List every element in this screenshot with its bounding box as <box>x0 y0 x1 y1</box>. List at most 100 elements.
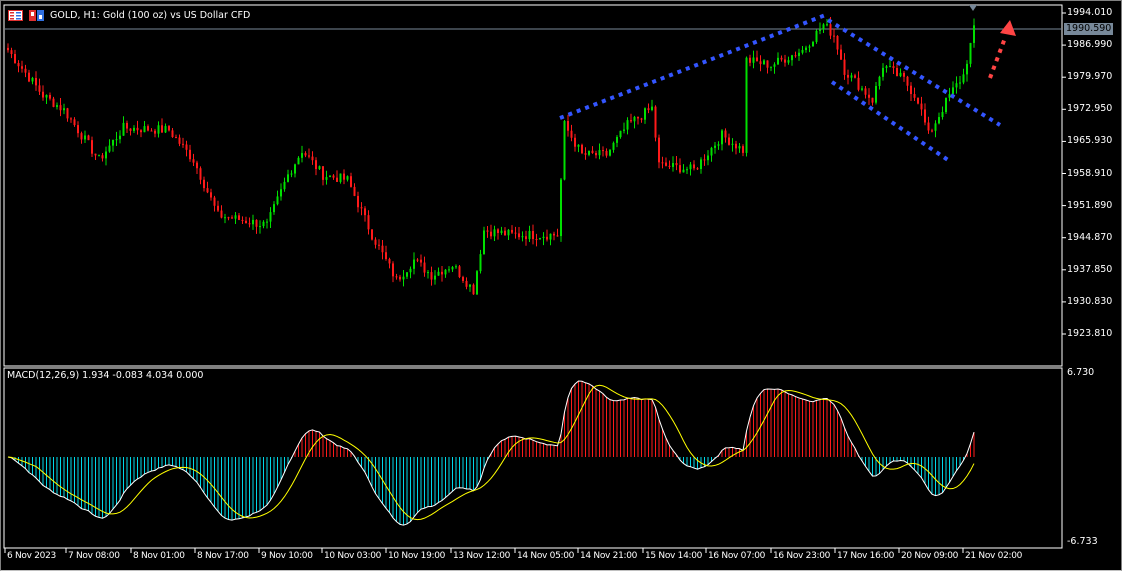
candle <box>63 103 65 115</box>
candle <box>273 201 275 215</box>
candle <box>255 219 258 234</box>
chart-canvas[interactable] <box>0 0 1122 571</box>
candle <box>227 216 230 221</box>
candle <box>378 239 380 250</box>
trendlines[interactable] <box>559 12 1016 162</box>
candle <box>346 175 349 182</box>
candle <box>430 266 433 286</box>
candle <box>595 150 597 159</box>
candle <box>924 103 926 126</box>
candle <box>161 118 163 134</box>
candle <box>955 76 958 94</box>
candle <box>623 122 625 134</box>
candle <box>938 112 940 125</box>
candle <box>98 154 100 157</box>
candle <box>49 92 51 101</box>
candle <box>812 40 814 47</box>
candle <box>850 72 853 82</box>
candle <box>815 29 818 44</box>
candle <box>171 127 174 138</box>
ascending-trendline[interactable] <box>559 12 829 120</box>
candle <box>717 141 720 150</box>
price-label: 1994.010 <box>1067 7 1113 18</box>
price-label: 1951.890 <box>1067 199 1113 211</box>
candle <box>875 82 877 105</box>
price-label: 1937.850 <box>1067 263 1113 275</box>
candle <box>700 157 702 174</box>
candle <box>507 229 510 240</box>
candle <box>437 267 440 276</box>
candle <box>136 120 139 135</box>
candle <box>752 50 755 69</box>
main-pane-border <box>3 4 1063 367</box>
candle <box>374 237 377 249</box>
macd-signal-line <box>7 384 975 521</box>
candle <box>56 102 58 110</box>
time-label: 6 Nov 2023 <box>7 551 56 561</box>
candle <box>598 143 601 160</box>
candle <box>126 120 128 134</box>
candle <box>189 144 191 162</box>
macd-min-label: -6.733 <box>1067 536 1098 547</box>
candle <box>14 49 16 64</box>
candle <box>297 156 300 165</box>
candle <box>234 212 237 224</box>
candle <box>805 45 807 53</box>
candle <box>311 151 314 165</box>
candle <box>28 69 30 83</box>
time-label: 8 Nov 17:00 <box>197 551 249 561</box>
candle <box>210 188 212 201</box>
candle <box>220 205 223 219</box>
candle <box>847 69 849 85</box>
candle <box>266 218 268 229</box>
candle <box>679 158 681 174</box>
candle <box>553 231 555 241</box>
candle <box>395 273 398 280</box>
candle <box>245 216 247 224</box>
candle <box>112 139 114 152</box>
candle <box>59 97 62 117</box>
time-label: 21 Nov 02:00 <box>965 551 1023 561</box>
candle <box>353 183 356 197</box>
candle <box>325 170 328 185</box>
candle <box>742 144 744 157</box>
candle <box>791 54 793 66</box>
candle <box>252 214 254 230</box>
candle <box>532 224 534 245</box>
candle <box>192 153 195 167</box>
time-label: 17 Nov 16:00 <box>837 551 895 561</box>
candle <box>248 217 251 228</box>
candle <box>94 153 97 160</box>
candle <box>140 129 142 138</box>
candle <box>283 177 286 192</box>
candle <box>864 85 867 99</box>
candle <box>770 66 772 72</box>
candle <box>525 230 527 246</box>
candle <box>84 130 86 144</box>
candle <box>626 117 629 135</box>
candle <box>686 166 688 174</box>
candle <box>777 52 779 66</box>
candle <box>178 134 181 147</box>
candle <box>290 170 293 178</box>
candle <box>332 174 335 180</box>
candle <box>490 224 492 240</box>
candle <box>693 160 695 171</box>
candle <box>203 176 205 192</box>
candle <box>150 128 153 132</box>
channel-lower-line[interactable] <box>830 80 950 162</box>
candle <box>637 116 639 125</box>
candle <box>451 265 454 273</box>
candle <box>154 128 156 138</box>
candle <box>276 190 279 206</box>
candle <box>385 245 387 261</box>
candle <box>504 227 506 236</box>
candle <box>675 155 678 171</box>
candle <box>577 144 580 153</box>
breakout-arrow-line[interactable] <box>988 37 1007 79</box>
candle <box>535 233 538 247</box>
candle <box>780 55 783 62</box>
candle <box>584 147 587 160</box>
candle <box>339 173 342 184</box>
candle <box>367 210 370 235</box>
